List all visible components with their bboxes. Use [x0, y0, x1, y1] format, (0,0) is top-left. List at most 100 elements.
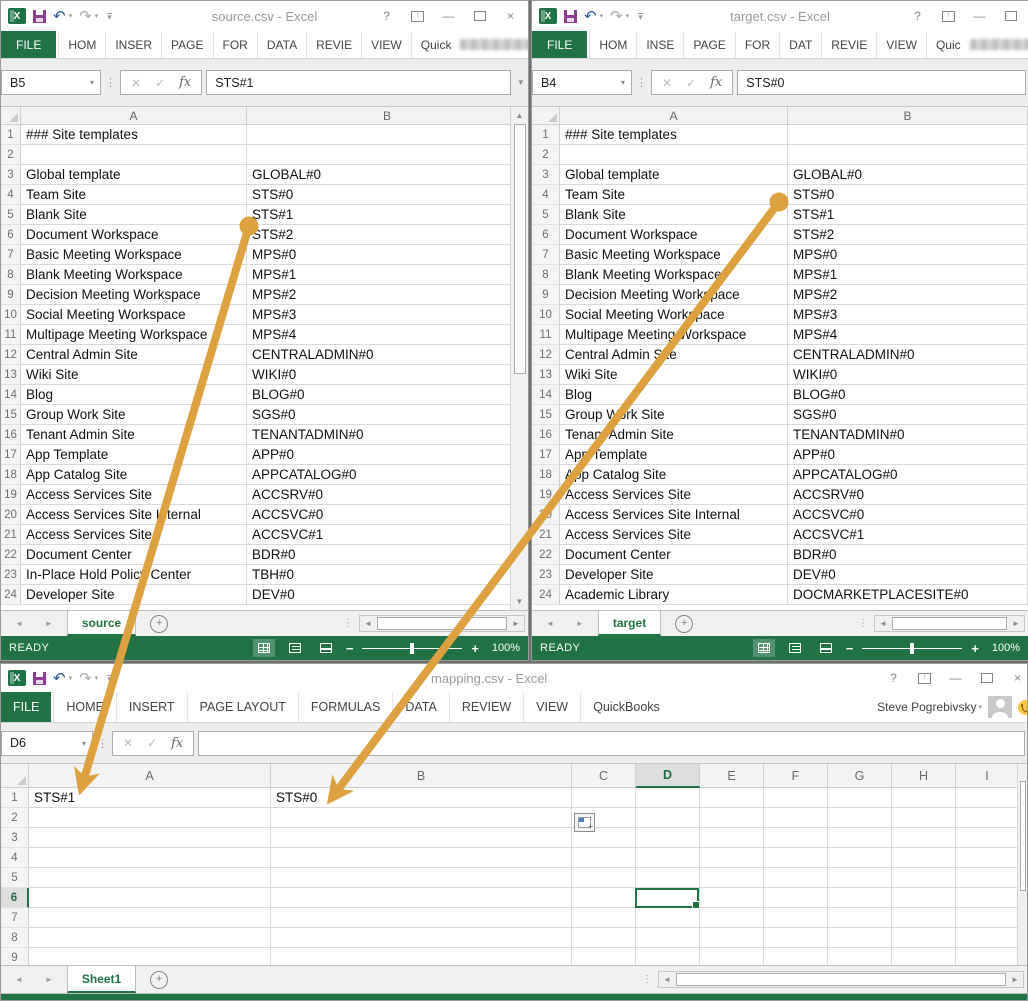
cell[interactable]: Access Services Site Internal [21, 505, 247, 525]
page-layout-view-icon[interactable] [784, 639, 806, 657]
cell[interactable]: MPS#2 [788, 285, 1028, 305]
scroll-left-icon[interactable]: ◄ [360, 616, 376, 631]
ribbon-tab-inser[interactable]: INSER [105, 31, 161, 58]
insert-function-icon[interactable]: fx [710, 75, 722, 90]
cancel-icon[interactable]: ✕ [662, 76, 672, 90]
cell[interactable]: Decision Meeting Workspace [21, 285, 247, 305]
cell[interactable]: TENANTADMIN#0 [788, 425, 1028, 445]
cell[interactable] [956, 908, 1019, 928]
cell[interactable]: STS#1 [247, 205, 528, 225]
redo-icon[interactable]: ↷ [79, 9, 92, 24]
fill-handle[interactable] [692, 901, 700, 909]
ribbon-tab-for[interactable]: FOR [213, 31, 257, 58]
row-number[interactable]: 6 [532, 225, 560, 245]
cell[interactable] [828, 928, 892, 948]
cell[interactable]: Blank Meeting Workspace [560, 265, 788, 285]
cell[interactable] [700, 928, 764, 948]
ribbon-tab-inse[interactable]: INSE [636, 31, 683, 58]
cell[interactable]: Document Workspace [560, 225, 788, 245]
redo-icon[interactable]: ↷ [610, 9, 623, 24]
cell[interactable]: Social Meeting Workspace [560, 305, 788, 325]
help-icon[interactable]: ? [373, 7, 400, 26]
cell[interactable] [828, 948, 892, 965]
cell[interactable] [636, 948, 700, 965]
formula-bar[interactable]: STS#0 [737, 70, 1026, 95]
ribbon-display-icon[interactable]: ↑ [404, 7, 431, 26]
row-number[interactable]: 9 [1, 948, 29, 965]
cell[interactable] [892, 788, 956, 808]
excel-app-icon[interactable]: X [8, 670, 26, 686]
cell[interactable] [271, 908, 572, 928]
add-sheet-icon[interactable]: + [150, 615, 168, 633]
cell[interactable]: MPS#0 [247, 245, 528, 265]
row-number[interactable]: 22 [1, 545, 21, 565]
cell[interactable] [572, 928, 636, 948]
cell[interactable]: MPS#4 [788, 325, 1028, 345]
cell[interactable] [636, 828, 700, 848]
next-sheet-icon[interactable]: ► [576, 619, 584, 628]
cell[interactable] [892, 808, 956, 828]
cell[interactable] [828, 868, 892, 888]
name-box[interactable]: D6▾ [1, 731, 93, 756]
help-icon[interactable]: ? [904, 7, 931, 26]
cell[interactable] [764, 908, 828, 928]
cell[interactable]: Developer Site [21, 585, 247, 605]
cell[interactable] [29, 808, 271, 828]
cell[interactable] [892, 948, 956, 965]
row-number[interactable]: 8 [532, 265, 560, 285]
column-header[interactable]: A [560, 107, 788, 125]
cell[interactable]: WIKI#0 [247, 365, 528, 385]
cancel-icon[interactable]: ✕ [131, 76, 141, 90]
cell[interactable]: MPS#1 [247, 265, 528, 285]
cell[interactable]: Document Center [560, 545, 788, 565]
cell[interactable] [892, 868, 956, 888]
row-number[interactable]: 1 [1, 788, 29, 808]
row-number[interactable]: 3 [1, 828, 29, 848]
cell[interactable] [29, 848, 271, 868]
redo-dropdown-icon[interactable]: ▾ [95, 12, 99, 20]
row-number[interactable]: 8 [1, 928, 29, 948]
column-header[interactable]: H [892, 764, 956, 788]
next-sheet-icon[interactable]: ► [45, 975, 53, 984]
cell[interactable] [956, 848, 1019, 868]
row-number[interactable]: 9 [532, 285, 560, 305]
help-icon[interactable]: ? [880, 669, 907, 688]
ribbon-tab-hom[interactable]: HOM [58, 31, 105, 58]
cell[interactable] [828, 788, 892, 808]
scroll-right-icon[interactable]: ► [1007, 972, 1023, 987]
name-box-dropdown-icon[interactable]: ▾ [82, 739, 92, 748]
zoom-out-icon[interactable]: − [846, 641, 854, 656]
cell[interactable]: Blog [21, 385, 247, 405]
ribbon-display-icon[interactable]: ↑ [935, 7, 962, 26]
vertical-scrollbar[interactable]: ▲ ▼ [510, 107, 528, 610]
next-sheet-icon[interactable]: ► [45, 619, 53, 628]
row-number[interactable]: 24 [532, 585, 560, 605]
ribbon-tab-page[interactable]: PAGE [161, 31, 212, 58]
undo-dropdown-icon[interactable]: ▾ [69, 674, 73, 682]
row-number[interactable]: 7 [1, 245, 21, 265]
cell[interactable]: TENANTADMIN#0 [247, 425, 528, 445]
cell[interactable] [892, 828, 956, 848]
row-number[interactable]: 19 [1, 485, 21, 505]
cell[interactable]: SGS#0 [788, 405, 1028, 425]
cell[interactable] [956, 828, 1019, 848]
row-number[interactable]: 10 [532, 305, 560, 325]
ribbon-tab-revie[interactable]: REVIE [306, 31, 361, 58]
cell[interactable] [700, 908, 764, 928]
scrollbar-thumb[interactable] [676, 973, 1006, 986]
cancel-icon[interactable]: ✕ [123, 736, 133, 750]
cell[interactable]: ACCSRV#0 [788, 485, 1028, 505]
cell[interactable]: GLOBAL#0 [788, 165, 1028, 185]
cell[interactable]: MPS#3 [247, 305, 528, 325]
cell[interactable] [892, 888, 956, 908]
row-number[interactable]: 7 [532, 245, 560, 265]
cell[interactable]: Blank Meeting Workspace [21, 265, 247, 285]
cell[interactable]: Team Site [560, 185, 788, 205]
cell[interactable]: App Catalog Site [21, 465, 247, 485]
cell[interactable] [700, 868, 764, 888]
row-number[interactable]: 6 [1, 888, 29, 908]
cell[interactable] [572, 848, 636, 868]
close-icon[interactable]: × [497, 7, 524, 26]
cell[interactable] [764, 828, 828, 848]
cell[interactable] [572, 948, 636, 965]
